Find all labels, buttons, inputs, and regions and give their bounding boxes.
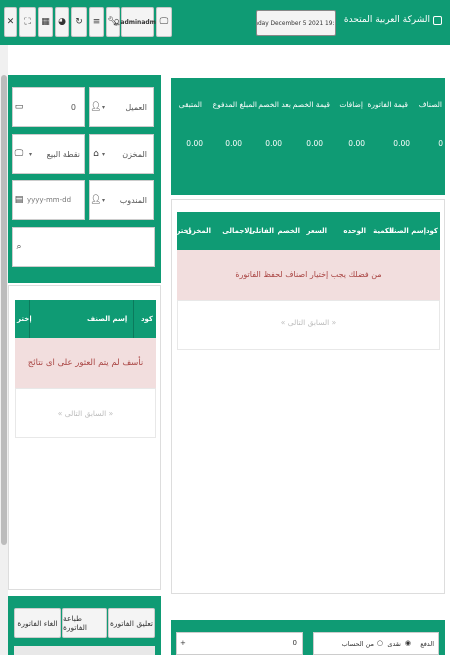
invoice-items-panel: كود إسم الصنف الكمية الوحده السعر الخصم … [171,199,445,594]
warehouse-select[interactable]: ⌂ ▾ المخزن [89,134,154,174]
search-icon: ⌕ [16,242,22,252]
user-icon: 👤︎ [90,102,102,112]
search-table-header: إختر إسم الصنف كود [15,300,156,338]
plus-icon: + [180,639,186,647]
summary-values: 0 0.00 0.00 0.00 0.00 0.00 0.00 [186,139,443,148]
id-card-icon: ▭ [14,102,24,112]
no-items-message: من فضلك يجب إختيار اصناف لحفظ الفاتورة [177,250,440,300]
home-icon: ⌂ [93,149,99,159]
search-results-panel: إختر إسم الصنف كود نأسف لم يتم العثور عل… [8,285,161,590]
invoice-summary: الصناف قيمة الفاتورة إضافات قيمة الخصم ب… [171,78,445,195]
pos-select[interactable]: 🖵︎ ▾ نقطة البيع [12,134,85,174]
search-pager[interactable]: « السابق التالى » [15,388,156,438]
brand-name: الشركة العربية المتحدة [343,15,430,25]
print-invoice-button[interactable]: طباعة الفاتورة [62,608,107,638]
top-bar: ✕ ⛶ ▦ ◕ ↻ ≡ 🔧︎ 👤︎ adminadmin 🖵︎ ◷ Sunday… [0,0,450,45]
invoice-pager[interactable]: « السابق التالى » [177,300,440,350]
close-icon[interactable]: ✕ [4,7,17,37]
hold-invoice-button[interactable]: تعليق الفاتورة [108,608,155,638]
menu-icon[interactable]: ≡ [89,7,104,37]
cancel-invoice-button[interactable]: الغاء الفاتورة [14,608,61,638]
pie-chart-icon[interactable]: ◕ [55,7,69,37]
customer-panel: ▭ 0 👤︎ ▾ العميل 🖵︎ ▾ نقطة البيع ⌂ ▾ المخ… [8,75,161,283]
rep-select[interactable]: 👤︎ ▾ المندوب [89,180,154,220]
summary-headers: الصناف قيمة الفاتورة إضافات قيمة الخصم ب… [178,100,442,109]
actions-panel: تعليق الفاتورة طباعة الفاتورة الغاء الفا… [8,596,161,655]
no-results-message: نأسف لم يتم العثور على اى نتائج [15,338,156,388]
secondary-buttons-row [14,646,155,655]
calendar-icon: ▤ [14,195,24,205]
fullscreen-icon[interactable]: ⛶ [19,7,36,37]
user-menu-button[interactable]: 👤︎ adminadmin [113,7,162,37]
date-field[interactable]: ▤ yyyy-mm-dd [12,180,85,220]
user-icon: 👤︎ [112,18,121,26]
left-scrollbar[interactable] [0,45,8,655]
cash-radio[interactable]: ◉ [405,639,411,647]
datetime-display: ◷ Sunday December 5 2021 19:10:42 [256,10,336,36]
monitor-icon[interactable]: 🖵︎ [156,7,172,37]
user-icon: 👤︎ [90,195,102,205]
payment-method-group: الدفع ◉ نقدى ○ من الحساب [313,632,439,655]
brand-logo-icon [433,15,442,25]
brand: الشركة العربية المتحدة [344,15,442,25]
customer-select[interactable]: 👤︎ ▾ العميل [89,87,154,127]
refresh-icon[interactable]: ↻ [71,7,87,37]
payment-panel: + 0 الدفع ◉ نقدى ○ من الحساب [171,620,445,655]
invoice-table-header: كود إسم الصنف الكمية الوحده السعر الخصم … [176,212,440,250]
customer-value-field[interactable]: ▭ 0 [12,87,85,127]
calculator-icon[interactable]: ▦ [38,7,53,37]
product-search-input[interactable]: ⌕ [12,227,155,267]
account-radio[interactable]: ○ [377,639,383,647]
payment-amount-field[interactable]: + 0 [176,632,303,655]
monitor-icon: 🖵︎ [14,149,24,159]
